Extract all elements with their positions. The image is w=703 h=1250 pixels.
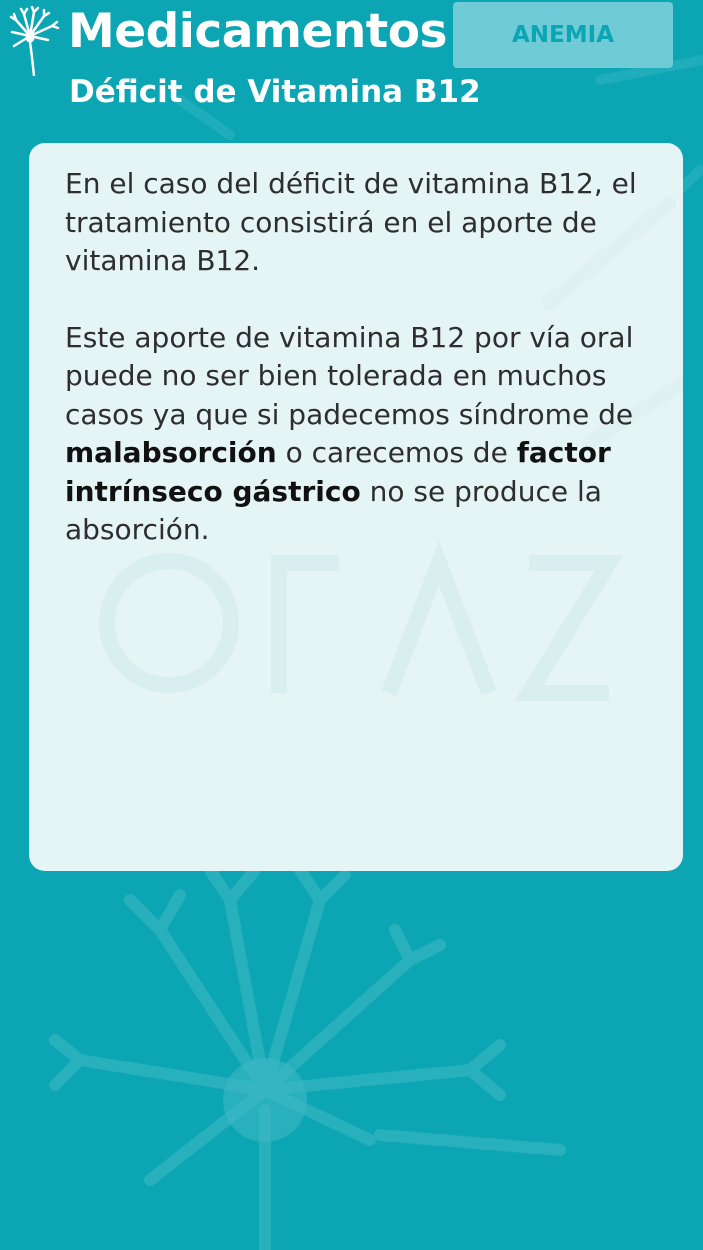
paragraph-2-text-2: o carecemos de (276, 436, 517, 469)
paragraph-2-text-1: Este aporte de vitamina B12 por vía oral… (65, 320, 634, 431)
page-subtitle: Déficit de Vitamina B12 (69, 74, 481, 110)
page-title: Medicamentos (68, 4, 448, 59)
paragraph-1: En el caso del déficit de vitamina B12, … (65, 167, 637, 277)
header: Medicamentos Déficit de Vitamina B12 ANE… (0, 0, 703, 130)
dandelion-icon (9, 6, 60, 76)
malabsorcion-term: malabsorción (65, 436, 277, 469)
paragraph-2: Este aporte de vitamina B12 por vía oral… (65, 319, 655, 550)
card-body: En el caso del déficit de vitamina B12, … (65, 165, 655, 588)
anemia-tag-button[interactable]: ANEMIA (453, 2, 673, 68)
content-card: En el caso del déficit de vitamina B12, … (29, 143, 683, 871)
